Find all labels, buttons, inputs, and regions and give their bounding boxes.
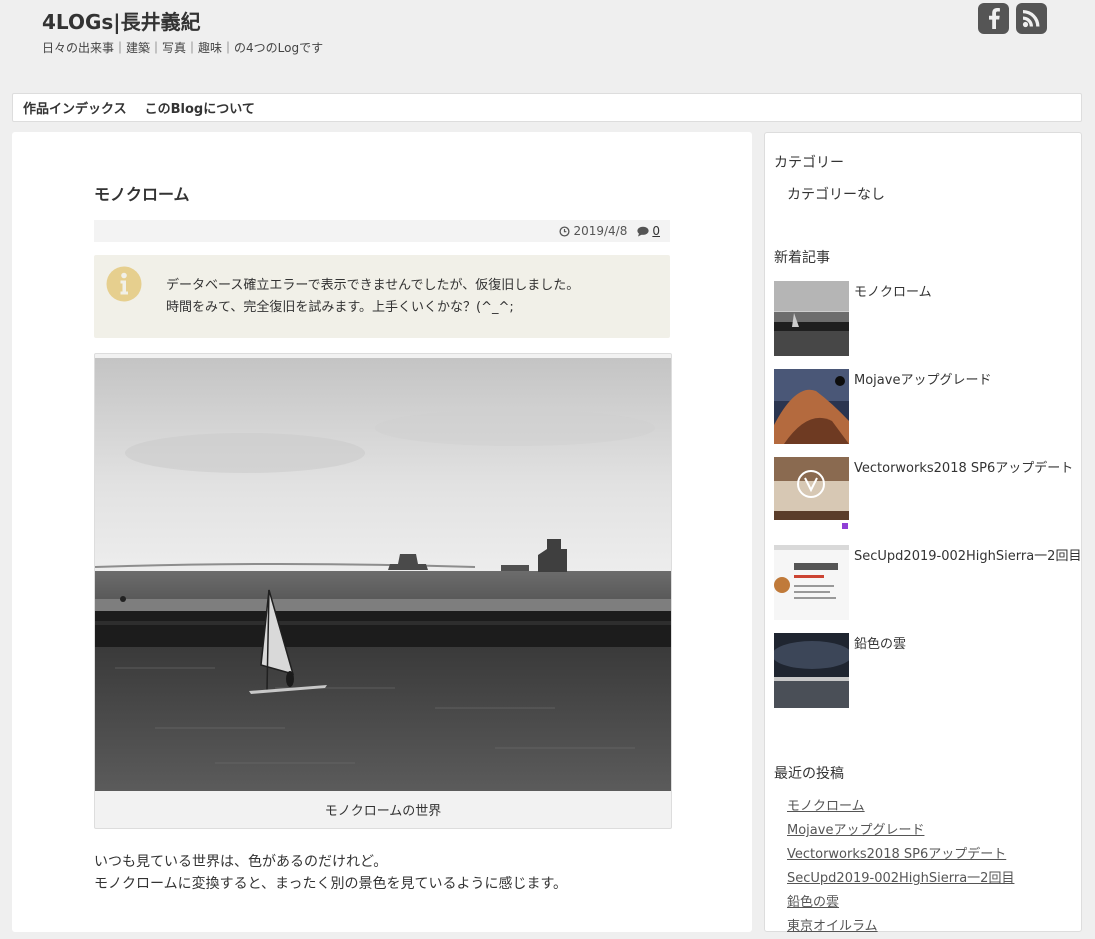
post-thumbnail[interactable] — [774, 281, 849, 356]
social-links — [978, 3, 1047, 34]
recent-post-link[interactable]: 東京オイルラム — [787, 915, 1014, 939]
new-post-item[interactable]: Vectorworks2018 SP6アップデート — [774, 457, 1079, 533]
new-post-item[interactable]: 鉛色の雲 — [774, 633, 1079, 709]
site-title[interactable]: 4LOGs|長井義紀 — [42, 6, 201, 35]
nav-item-about[interactable]: このBlogについて — [145, 98, 255, 117]
recent-posts-title: 最近の投稿 — [774, 766, 844, 782]
categories-title: カテゴリー — [774, 155, 844, 171]
new-post-title[interactable]: モノクローム — [854, 281, 932, 300]
main-content: モノクローム 2019/4/8 0 データベース確立エラーで表示できませんでした… — [12, 132, 752, 932]
new-post-item[interactable]: Mojaveアップグレード — [774, 369, 1079, 445]
facebook-icon[interactable] — [978, 3, 1009, 34]
post-thumbnail[interactable] — [774, 369, 849, 444]
post-paragraph-line: モノクロームに変換すると、まったく別の景色を見ているように感じます。 — [94, 876, 568, 892]
info-notice: データベース確立エラーで表示できませんでしたが、仮復旧しました。 時間をみて、完… — [94, 255, 670, 338]
post-thumbnail[interactable] — [774, 545, 849, 620]
post-figure: モノクロームの世界 — [94, 353, 672, 829]
post-title: モノクローム — [94, 185, 190, 204]
recent-posts-list: モノクローム Mojaveアップグレード Vectorworks2018 SP6… — [787, 795, 1014, 939]
post-thumbnail[interactable] — [774, 457, 849, 532]
new-post-item[interactable]: モノクローム — [774, 281, 1079, 357]
post-date-text: 2019/4/8 — [573, 224, 628, 238]
nav-bar: 作品インデックス このBlogについて — [12, 93, 1082, 122]
new-post-title[interactable]: Vectorworks2018 SP6アップデート — [854, 457, 1073, 476]
recent-post-link[interactable]: モノクローム — [787, 795, 1014, 819]
post-thumbnail[interactable] — [774, 633, 849, 708]
info-icon — [106, 266, 142, 302]
categories-empty: カテゴリーなし — [787, 187, 885, 203]
sidebar: カテゴリー カテゴリーなし 新着記事 モノクローム Mojaveアップグレード — [764, 132, 1082, 934]
new-post-item[interactable]: SecUpd2019-002HighSierra一2回目 — [774, 545, 1081, 621]
new-posts-title: 新着記事 — [774, 250, 830, 266]
post-date: 2019/4/8 — [559, 224, 627, 238]
site-header: 4LOGs|長井義紀 日々の出来事｜建築｜写真｜趣味｜の4つのLogです — [0, 0, 1095, 92]
recent-post-link[interactable]: Mojaveアップグレード — [787, 819, 1014, 843]
new-post-title[interactable]: Mojaveアップグレード — [854, 369, 991, 388]
new-post-title[interactable]: 鉛色の雲 — [854, 633, 906, 652]
notice-text: データベース確立エラーで表示できませんでしたが、仮復旧しました。 時間をみて、完… — [166, 275, 579, 319]
recent-post-link[interactable]: 鉛色の雲 — [787, 891, 1014, 915]
clock-icon — [559, 225, 570, 237]
recent-post-link[interactable]: SecUpd2019-002HighSierra一2回目 — [787, 867, 1014, 891]
post-meta: 2019/4/8 0 — [94, 220, 670, 242]
nav-item-works-index[interactable]: 作品インデックス — [23, 98, 127, 117]
recent-post-link[interactable]: Vectorworks2018 SP6アップデート — [787, 843, 1014, 867]
post-body: いつも見ている世界は、色があるのだけれど。 モノクロームに変換すると、まったく別… — [94, 851, 567, 895]
notice-line: 時間をみて、完全復旧を試みます。上手くいくかな？(^_^; — [166, 300, 514, 315]
site-description: 日々の出来事｜建築｜写真｜趣味｜の4つのLogです — [42, 41, 324, 55]
figure-caption: モノクロームの世界 — [324, 804, 442, 819]
post-image[interactable] — [95, 358, 671, 791]
notice-line: データベース確立エラーで表示できませんでしたが、仮復旧しました。 — [166, 278, 580, 293]
post-comments[interactable]: 0 — [637, 224, 660, 238]
new-post-title[interactable]: SecUpd2019-002HighSierra一2回目 — [854, 545, 1081, 564]
comment-count[interactable]: 0 — [652, 224, 660, 238]
rss-icon[interactable] — [1016, 3, 1047, 34]
post-paragraph-line: いつも見ている世界は、色があるのだけれど。 — [94, 854, 388, 870]
comment-icon — [637, 226, 649, 236]
